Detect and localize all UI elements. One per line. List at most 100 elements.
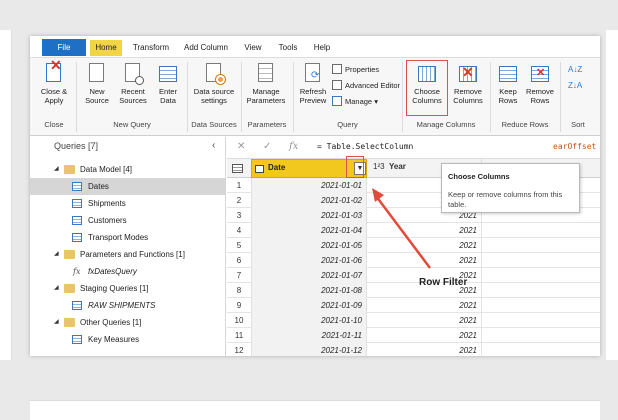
query-item-raw-shipments[interactable]: RAW SHIPMENTS	[30, 297, 226, 314]
query-label: RAW SHIPMENTS	[88, 301, 156, 310]
data-source-settings-label: Data source settings	[193, 87, 235, 105]
tab-view[interactable]: View	[240, 40, 266, 56]
commit-formula-icon[interactable]: ✓	[263, 141, 271, 152]
sort-ascending-icon[interactable]: A↓Z	[568, 64, 582, 76]
keep-rows-button[interactable]: Keep Rows	[494, 62, 522, 114]
table-row[interactable]: 12 2021-01-12 2021	[227, 343, 600, 356]
manage-label: Manage	[345, 97, 373, 106]
table-row[interactable]: 11 2021-01-11 2021	[227, 328, 600, 343]
query-item-fxdatesquery[interactable]: fx fxDatesQuery	[30, 263, 226, 280]
tab-transform[interactable]: Transform	[130, 40, 172, 56]
manage-parameters-button[interactable]: Manage Parameters	[244, 62, 288, 114]
recent-sources-button[interactable]: Recent Sources	[116, 62, 150, 114]
row-number: 3	[236, 211, 242, 220]
ribbon-home: ✕ Close & Apply New Source Recent Source…	[30, 57, 600, 136]
enter-data-button[interactable]: Enter Data	[154, 62, 182, 114]
cancel-formula-icon[interactable]: ✕	[237, 141, 245, 152]
cell-date[interactable]: 2021-01-06	[251, 253, 367, 268]
query-item-shipments[interactable]: Shipments	[30, 195, 226, 212]
folder-icon	[64, 165, 75, 174]
tab-tools[interactable]: Tools	[274, 40, 302, 56]
cell-date[interactable]: 2021-01-11	[251, 328, 367, 343]
table-row[interactable]: 10 2021-01-10 2021	[227, 313, 600, 328]
folder-icon	[64, 284, 75, 293]
background-panel-right	[606, 30, 618, 360]
close-apply-icon: ✕	[44, 57, 64, 84]
remove-columns-button[interactable]: ✕ Remove Columns	[450, 62, 486, 114]
row-number: 10	[234, 316, 244, 325]
tab-help[interactable]: Help	[310, 40, 334, 56]
cell-date[interactable]: 2021-01-08	[251, 283, 367, 298]
cell-date[interactable]: 2021-01-02	[251, 193, 367, 208]
query-item-customers[interactable]: Customers	[30, 212, 226, 229]
formula-input-tail: earOffset	[553, 142, 597, 151]
cell-year[interactable]: 2021	[367, 343, 482, 356]
tab-home[interactable]: Home	[90, 40, 122, 56]
tooltip-title: Choose Columns	[448, 172, 510, 181]
group-manage-columns: Manage Columns	[416, 120, 476, 129]
query-label: Parameters and Functions [1]	[80, 250, 185, 259]
table-menu-icon[interactable]	[229, 159, 249, 178]
cell-date[interactable]: 2021-01-09	[251, 298, 367, 313]
tab-add-column[interactable]: Add Column	[180, 40, 232, 56]
query-item-transport-modes[interactable]: Transport Modes	[30, 229, 226, 246]
query-folder-other[interactable]: ◢ Other Queries [1]	[30, 314, 226, 331]
fx-icon[interactable]: fx	[289, 141, 298, 152]
cell-date[interactable]: 2021-01-05	[251, 238, 367, 253]
folder-icon	[64, 318, 75, 327]
recent-sources-label: Recent Sources	[119, 87, 147, 105]
tab-file[interactable]: File	[42, 39, 86, 56]
table-row[interactable]: 8 2021-01-08 2021	[227, 283, 600, 298]
query-folder-staging[interactable]: ◢ Staging Queries [1]	[30, 280, 226, 297]
row-number: 4	[236, 226, 242, 235]
advanced-editor-label: Advanced Editor	[345, 81, 401, 90]
row-number: 8	[236, 286, 242, 295]
properties-button[interactable]: Properties	[332, 64, 379, 76]
advanced-editor-button[interactable]: Advanced Editor	[332, 80, 400, 92]
data-source-settings-icon	[204, 62, 225, 84]
column-header-date-label: Date	[268, 163, 286, 172]
cell-year[interactable]: 2021	[367, 313, 482, 328]
data-source-settings-button[interactable]: Data source settings	[190, 62, 238, 114]
new-source-icon	[87, 62, 107, 84]
cell-year[interactable]: 2021	[367, 298, 482, 313]
row-number: 7	[236, 271, 242, 280]
remove-columns-label: Remove Columns	[453, 87, 483, 105]
cell-date[interactable]: 2021-01-10	[251, 313, 367, 328]
new-source-button[interactable]: New Source	[82, 62, 112, 114]
formula-input[interactable]: = Table.SelectColumn	[317, 142, 413, 151]
cell-date[interactable]: 2021-01-03	[251, 208, 367, 223]
expand-triangle-icon: ◢	[54, 166, 59, 172]
cell-date[interactable]: 2021-01-12	[251, 343, 367, 356]
refresh-preview-button[interactable]: ⟳ Refresh Preview	[296, 62, 330, 114]
calendar-type-icon	[255, 165, 264, 173]
cell-date[interactable]: 2021-01-07	[251, 268, 367, 283]
cell-year[interactable]: 2021	[367, 328, 482, 343]
query-folder-data-model[interactable]: ◢ Data Model [4]	[30, 161, 226, 178]
folder-icon	[64, 250, 75, 259]
cell-date[interactable]: 2021-01-04	[251, 223, 367, 238]
remove-rows-button[interactable]: ✕ Remove Rows	[524, 62, 556, 114]
query-label: Key Measures	[88, 335, 140, 344]
refresh-icon: ⟳	[303, 62, 323, 84]
manage-icon	[332, 96, 342, 106]
cell-date[interactable]: 2021-01-01	[251, 178, 367, 193]
properties-label: Properties	[345, 65, 380, 74]
group-parameters: Parameters	[247, 120, 287, 129]
query-folder-parameters-functions[interactable]: ◢ Parameters and Functions [1]	[30, 246, 226, 263]
background-panel-left	[0, 30, 12, 360]
query-item-dates[interactable]: Dates	[30, 178, 226, 195]
sort-descending-icon[interactable]: Z↓A	[568, 80, 582, 92]
new-source-label: New Source	[85, 87, 109, 105]
table-icon	[72, 233, 82, 242]
manage-dropdown[interactable]: Manage ▾	[332, 96, 378, 108]
table-row[interactable]: 9 2021-01-09 2021	[227, 298, 600, 313]
choose-columns-highlight	[406, 60, 448, 116]
ribbon-tab-bar: File Home Transform Add Column View Tool…	[30, 36, 600, 58]
row-filter-annotation: Row Filter	[419, 277, 468, 288]
query-item-key-measures[interactable]: Key Measures	[30, 331, 226, 348]
row-number: 2	[236, 196, 242, 205]
manage-parameters-label: Manage Parameters	[246, 87, 286, 105]
chevron-left-icon[interactable]: ‹	[212, 140, 215, 151]
close-apply-button[interactable]: ✕ Close & Apply	[38, 57, 70, 114]
